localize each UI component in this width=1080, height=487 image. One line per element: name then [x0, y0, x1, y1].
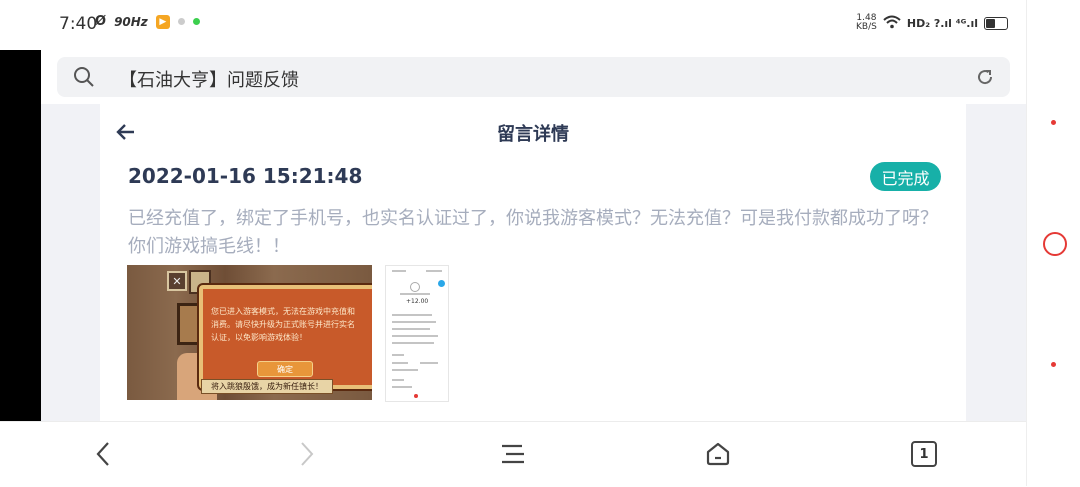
address-bar[interactable]: 【石油大亨】问题反馈: [57, 57, 1010, 97]
status-time: 7:40: [59, 14, 98, 34]
game-caption: 将入跳狼殷饿，成为新任镇长！: [201, 379, 333, 394]
network-speed: 1.48 KB/S: [856, 14, 877, 32]
placeholder-line: [392, 362, 408, 364]
merchant-icon: [410, 282, 420, 292]
placeholder-line: [400, 293, 430, 295]
nav-tabs-button[interactable]: 1: [910, 440, 938, 468]
page-title: 留言详情: [497, 124, 569, 145]
placeholder-line: [420, 362, 438, 364]
message-content: 已经充值了，绑定了手机号，也实名认证过了，你说我游客模式？无法充值？可是我付款都…: [128, 208, 938, 257]
message-timestamp: 2022-01-16 15:21:48: [128, 164, 363, 188]
status-bar: 7:40 Ø 90Hz ▶ 1.48 KB/S HD₂ ?.ıl ⁴ᴳ.ıl: [0, 0, 1026, 50]
placeholder-line: [392, 369, 418, 371]
video-icon: ▶: [155, 14, 170, 29]
placeholder-line: [426, 270, 442, 272]
refresh-rate: 90Hz: [114, 14, 148, 29]
game-dialog-text: 您已进入游客模式，无法在游戏中充值和消费。请尽快升级为正式账号并进行实名认证，以…: [211, 307, 355, 342]
placeholder-line: [392, 328, 430, 330]
nav-forward-button[interactable]: [293, 440, 321, 468]
left-edge-bar: [0, 50, 41, 421]
status-left-icons: Ø 90Hz ▶: [95, 14, 200, 29]
placeholder-line: [392, 342, 434, 344]
battery-icon: [984, 16, 1008, 30]
address-text[interactable]: 【石油大亨】问题反馈: [119, 66, 299, 92]
status-badge: 已完成: [870, 162, 941, 191]
nav-back-button[interactable]: [89, 440, 117, 468]
mute-icon: Ø: [95, 14, 107, 29]
reload-icon[interactable]: [975, 67, 995, 91]
placeholder-line: [392, 379, 404, 381]
browser-nav-bar: 1: [0, 421, 1026, 487]
blue-badge-icon: [438, 280, 445, 287]
placeholder-line: [392, 335, 438, 337]
nav-menu-button[interactable]: [499, 440, 527, 468]
attachment-game-screenshot[interactable]: ✕ 您已进入游客模式，无法在游戏中充值和消费。请尽快升级为正式账号并进行实名认证…: [127, 265, 372, 400]
search-icon[interactable]: [73, 66, 95, 92]
placeholder-line: [392, 314, 432, 316]
status-right-icons: 1.48 KB/S HD₂ ?.ıl ⁴ᴳ.ıl: [856, 14, 1008, 32]
tab-count: 1: [919, 446, 929, 462]
placeholder-line: [392, 354, 404, 356]
dot-icon: [177, 18, 185, 25]
attachment-payment-screenshot[interactable]: +12.00: [385, 265, 449, 402]
signal-icons: HD₂ ?.ıl ⁴ᴳ.ıl: [906, 16, 978, 30]
payment-amount: +12.00: [406, 298, 429, 305]
wifi-icon: [883, 15, 901, 32]
red-dot: [414, 394, 418, 398]
close-icon: ✕: [167, 271, 187, 291]
app-dot-icon: [192, 18, 200, 25]
placeholder-line: [392, 386, 412, 388]
nav-home-button[interactable]: [704, 440, 732, 468]
placeholder-line: [392, 270, 406, 272]
side-dot-bottom: [1051, 362, 1056, 367]
placeholder-line: [392, 321, 436, 323]
game-ok-button: 确定: [257, 361, 313, 377]
floating-record-button[interactable]: [1043, 232, 1067, 256]
network-speed-unit: KB/S: [856, 22, 877, 32]
